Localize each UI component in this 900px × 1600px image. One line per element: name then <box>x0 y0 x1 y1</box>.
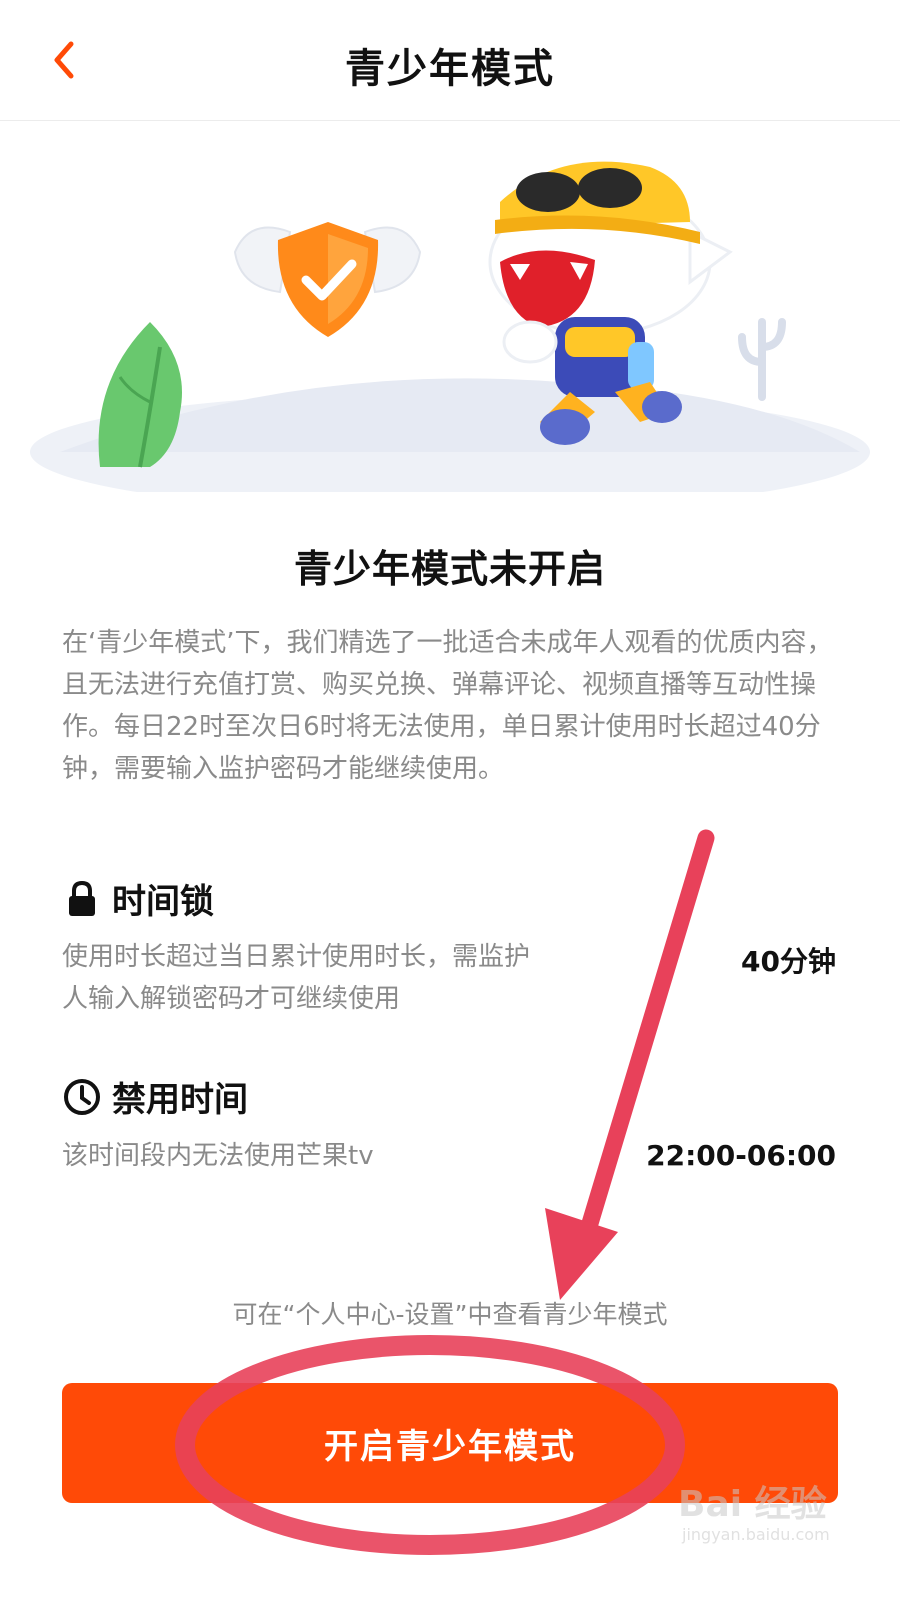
description-text: 在‘青少年模式’下，我们精选了一批适合未成年人观看的优质内容，且无法进行充值打赏… <box>62 628 833 784</box>
watermark-url: jingyan.baidu.com <box>682 1525 830 1544</box>
disabled-time-title: 禁用时间 <box>112 1080 248 1120</box>
top-bar: 青少年模式 <box>0 0 900 121</box>
baidu-watermark: Bai 经验 jingyan.baidu.com <box>678 1475 868 1555</box>
annotation-arrow-head <box>545 1208 618 1300</box>
time-lock-desc-line2: 人输入解锁密码才可继续使用 <box>62 984 401 1014</box>
settings-hint: 可在“个人中心-设置”中查看青少年模式 <box>232 1300 668 1329</box>
clock-icon <box>64 1078 100 1115</box>
cactus-icon <box>738 318 786 401</box>
shield-icon <box>233 222 422 337</box>
time-lock-title: 时间锁 <box>112 882 214 922</box>
time-lock-desc-line1: 使用时长超过当日累计使用时长，需监护 <box>62 942 531 972</box>
time-lock-value[interactable]: 40分钟 <box>741 940 836 980</box>
annotation-arrow-shaft <box>576 829 715 1249</box>
disabled-time-value[interactable]: 22:00-06:00 <box>646 1139 836 1172</box>
time-lock-description: 使用时长超过当日累计使用时长，需监护 人输入解锁密码才可继续使用 <box>62 936 602 1020</box>
page-title: 青少年模式 <box>345 46 555 92</box>
status-title: 青少年模式未开启 <box>293 547 606 591</box>
time-lock-heading: 时间锁 <box>62 874 214 923</box>
disabled-time-description: 该时间段内无法使用芒果tv <box>62 1141 374 1171</box>
lock-icon <box>69 880 95 916</box>
plant-icon <box>98 322 182 468</box>
watermark-brand: Bai 经验 <box>678 1484 827 1525</box>
disabled-time-heading: 禁用时间 <box>62 1072 248 1121</box>
hero-illustration <box>0 122 900 512</box>
